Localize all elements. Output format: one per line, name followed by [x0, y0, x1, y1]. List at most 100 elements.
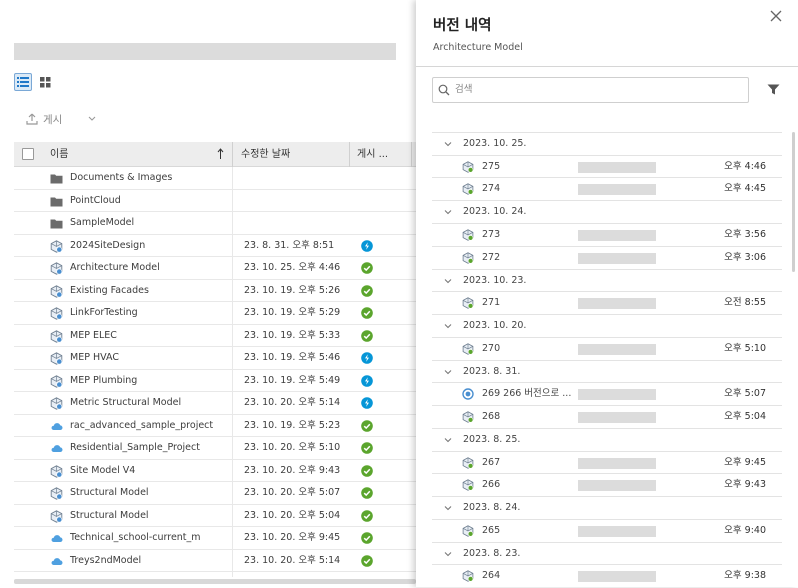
table-header: 이름 수정한 날짜 게시 ...	[14, 142, 416, 167]
version-date-group[interactable]: 2023. 8. 31.	[432, 359, 782, 383]
version-row[interactable]: 270 오후 5:10	[432, 336, 782, 360]
version-date-group[interactable]: 2023. 8. 25.	[432, 427, 782, 451]
table-row[interactable]: MEP Plumbing 23. 10. 19. 오후 5:49	[14, 370, 416, 393]
version-number: 268	[482, 411, 501, 423]
grid-view-button[interactable]	[36, 73, 54, 91]
file-name[interactable]: LinkForTesting	[70, 302, 138, 325]
file-name[interactable]: Existing Facades	[70, 280, 149, 303]
table-row[interactable]: Site Model V4 23. 10. 20. 오후 9:43	[14, 460, 416, 483]
published-check-icon	[361, 307, 373, 319]
version-time: 오전 8:55	[724, 297, 766, 309]
version-row[interactable]: 264 오후 9:38	[432, 564, 782, 587]
file-name[interactable]: MEP ELEC	[70, 325, 117, 348]
version-number: 264	[482, 570, 501, 582]
version-time: 오후 5:10	[724, 342, 766, 354]
table-row[interactable]: Existing Facades 23. 10. 19. 오후 5:26	[14, 280, 416, 303]
column-header-modified[interactable]: 수정한 날짜	[241, 142, 290, 167]
list-view-button[interactable]	[14, 73, 32, 91]
file-name[interactable]: Treys2ndModel	[70, 550, 141, 573]
file-name[interactable]: Site Model V4	[70, 460, 135, 483]
file-name[interactable]: Technical_school-current_m	[70, 527, 201, 550]
panel-title: 버전 내역	[433, 18, 492, 34]
file-name[interactable]: Documents & Images	[70, 167, 172, 190]
filter-icon[interactable]	[767, 84, 780, 95]
version-row[interactable]: 265 오후 9:40	[432, 518, 782, 542]
version-row[interactable]: 266 오후 9:43	[432, 473, 782, 496]
search-input[interactable]: 검색	[432, 77, 749, 103]
panel-subtitle: Architecture Model	[433, 42, 523, 53]
version-date-group[interactable]: 2023. 8. 23.	[432, 541, 782, 565]
grid-view-icon	[39, 76, 50, 87]
table-row[interactable]: rac_advanced_sample_project 23. 10. 19. 오…	[14, 415, 416, 438]
table-row[interactable]: Treys2ndModel 23. 10. 20. 오후 5:14	[14, 550, 416, 573]
table-row[interactable]: PointCloud	[14, 190, 416, 213]
published-check-icon	[361, 329, 373, 342]
file-name[interactable]: MEP HVAC	[70, 347, 119, 370]
table-row[interactable]: LinkForTesting 23. 10. 19. 오후 5:29	[14, 302, 416, 325]
chevron-down-icon[interactable]	[444, 208, 452, 216]
chevron-down-icon[interactable]	[444, 550, 452, 558]
version-time: 오후 9:43	[724, 479, 766, 491]
horizontal-scrollbar[interactable]	[14, 579, 416, 584]
chevron-down-icon[interactable]	[444, 504, 452, 512]
version-row[interactable]: 272 오후 3:06	[432, 245, 782, 269]
version-row[interactable]: 267 오후 9:45	[432, 450, 782, 474]
publish-pending-icon	[361, 397, 373, 409]
chevron-down-icon[interactable]	[444, 277, 452, 285]
version-row[interactable]: 273 오후 3:56	[432, 222, 782, 246]
table-row[interactable]: Technical_school-current_m 23. 10. 20. 오후…	[14, 527, 416, 550]
table-row[interactable]: MEP HVAC 23. 10. 19. 오후 5:46	[14, 347, 416, 370]
select-all-checkbox[interactable]	[22, 148, 34, 160]
chevron-down-icon[interactable]	[444, 322, 452, 330]
table-row[interactable]: Structural Model 23. 10. 20. 오후 5:04	[14, 505, 416, 528]
table-row[interactable]: Residential_Sample_Project 23. 10. 20. 오후…	[14, 437, 416, 460]
chevron-down-icon[interactable]	[88, 116, 96, 122]
file-name[interactable]: Structural Model	[70, 505, 149, 528]
table-row[interactable]: Documents & Images	[14, 167, 416, 190]
folder-icon	[50, 172, 63, 185]
version-row[interactable]: 271 오전 8:55	[432, 291, 782, 314]
table-row[interactable]: Metric Structural Model 23. 10. 20. 오후 5:…	[14, 392, 416, 415]
version-row[interactable]: 274 오후 4:45	[432, 177, 782, 200]
file-name[interactable]: Architecture Model	[70, 257, 160, 280]
file-name[interactable]: MEP Plumbing	[70, 370, 137, 393]
file-name[interactable]: 2024SiteDesign	[70, 235, 145, 258]
version-time: 오후 9:45	[724, 456, 766, 468]
version-row[interactable]: 268 오후 5:04	[432, 405, 782, 428]
table-row[interactable]: MEP ELEC 23. 10. 19. 오후 5:33	[14, 325, 416, 348]
redacted-user-bar	[578, 298, 656, 310]
version-time: 오후 9:38	[724, 570, 766, 582]
version-date-group[interactable]: 2023. 10. 23.	[432, 268, 782, 292]
file-name[interactable]: rac_advanced_sample_project	[70, 415, 213, 438]
column-header-publish[interactable]: 게시 ...	[357, 142, 388, 167]
file-name[interactable]: PointCloud	[70, 190, 121, 213]
file-name[interactable]: Metric Structural Model	[70, 392, 181, 415]
version-date-group[interactable]: 2023. 10. 24.	[432, 200, 782, 223]
file-name[interactable]: Residential_Sample_Project	[70, 437, 200, 460]
close-icon[interactable]	[768, 8, 784, 24]
version-row[interactable]: 275 오후 4:46	[432, 154, 782, 178]
publish-button[interactable]: 게시	[26, 110, 96, 128]
sort-arrow-icon[interactable]	[217, 148, 224, 160]
chevron-down-icon[interactable]	[444, 140, 452, 148]
version-date-group[interactable]: 2023. 8. 24.	[432, 496, 782, 519]
chevron-down-icon[interactable]	[444, 368, 452, 376]
file-name[interactable]: SampleModel	[70, 212, 134, 235]
table-row[interactable]: Architecture Model 23. 10. 25. 오후 4:46	[14, 257, 416, 280]
top-placeholder-bar	[14, 43, 396, 60]
file-name[interactable]: Structural Model	[70, 482, 149, 505]
version-date-group[interactable]: 2023. 10. 25.	[432, 132, 782, 155]
table-row[interactable]: SampleModel	[14, 212, 416, 235]
modified-date: 23. 10. 19. 오후 5:46	[244, 352, 341, 363]
version-row[interactable]: 269 266 버전으로 ... 오후 5:07	[432, 382, 782, 405]
table-row[interactable]: 2024SiteDesign 23. 8. 31. 오후 8:51	[14, 235, 416, 258]
revit-model-icon	[50, 374, 63, 388]
version-history-panel: 버전 내역 Architecture Model 검색 2023. 10. 25…	[416, 0, 798, 587]
panel-scrollbar[interactable]	[792, 132, 795, 272]
chevron-down-icon[interactable]	[444, 436, 452, 444]
version-date-group[interactable]: 2023. 10. 20.	[432, 314, 782, 337]
version-number: 267	[482, 456, 501, 468]
column-header-name[interactable]: 이름	[50, 142, 68, 167]
table-row[interactable]: Structural Model 23. 10. 20. 오후 5:07	[14, 482, 416, 505]
version-date: 2023. 8. 25.	[463, 433, 521, 445]
